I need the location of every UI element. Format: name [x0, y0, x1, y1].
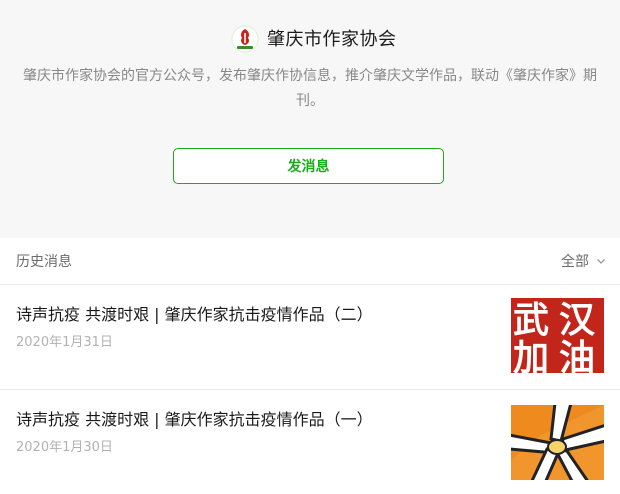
article-thumbnail: 武 汉 加 油	[511, 298, 604, 373]
filter-label: 全部	[561, 254, 589, 270]
thumb-char: 汉	[559, 300, 596, 341]
association-logo	[231, 25, 259, 53]
chevron-down-icon	[597, 259, 605, 264]
article-thumbnail	[511, 405, 604, 480]
article-item[interactable]: 诗声抗疫 共渡时艰 | 肇庆作家抗击疫情作品（二） 2020年1月31日 武 汉…	[0, 285, 620, 389]
history-header: 历史消息 全部	[0, 238, 620, 284]
article-date: 2020年1月31日	[16, 335, 113, 350]
article-date: 2020年1月30日	[16, 440, 113, 455]
article-item[interactable]: 诗声抗疫 共渡时艰 | 肇庆作家抗击疫情作品（一） 2020年1月30日	[0, 390, 620, 494]
history-label: 历史消息	[16, 254, 72, 270]
account-description: 肇庆市作家协会的官方公众号，发布肇庆作协信息，推介肇庆文学作品，联动《肇庆作家》…	[23, 68, 597, 109]
thumb-char: 油	[559, 338, 595, 373]
thumb-char: 武	[513, 300, 549, 341]
article-title: 诗声抗疫 共渡时艰 | 肇庆作家抗击疫情作品（一）	[16, 410, 373, 429]
profile-header: 肇庆市作家协会 肇庆市作家协会的官方公众号，发布肇庆作协信息，推介肇庆文学作品，…	[0, 0, 620, 232]
article-title: 诗声抗疫 共渡时艰 | 肇庆作家抗击疫情作品（二）	[16, 305, 373, 324]
united-hands-image	[511, 405, 604, 480]
wuhan-jiayou-image: 武 汉 加 油	[511, 298, 604, 373]
thumb-char: 加	[513, 338, 549, 373]
account-name: 肇庆市作家协会	[267, 29, 397, 50]
filter-dropdown[interactable]: 全部	[561, 251, 606, 271]
history-list: 历史消息 全部 诗声抗疫 共渡时艰 | 肇庆作家抗击疫情作品（二） 2020年1…	[0, 238, 620, 494]
send-message-button[interactable]: 发消息	[173, 148, 444, 184]
